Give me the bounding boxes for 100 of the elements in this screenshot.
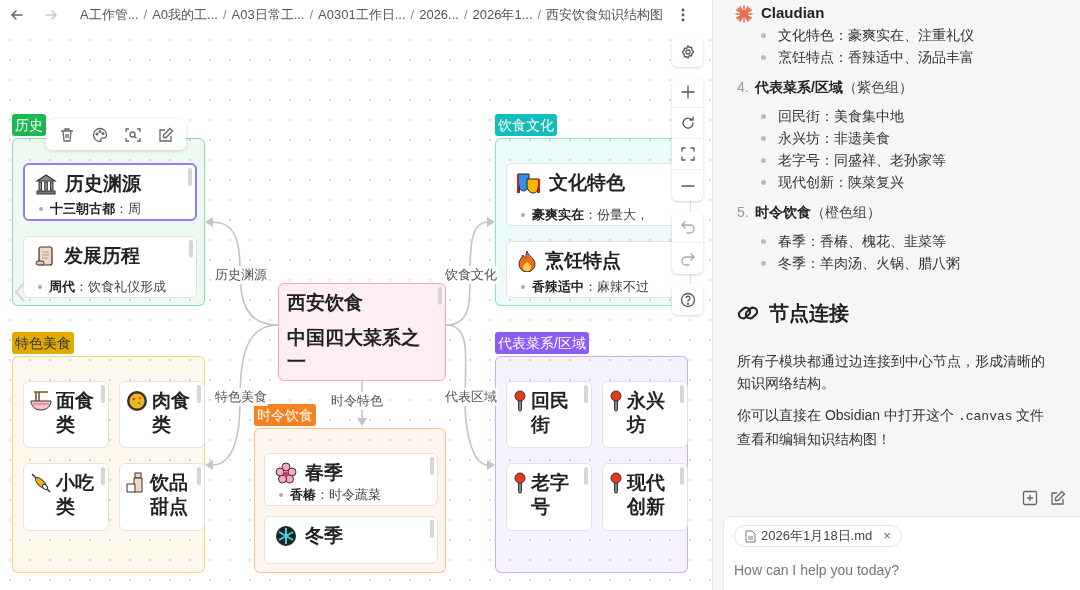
paragraph: 所有子模块都通过边连接到中心节点，形成清晰的知识网络结构。	[737, 352, 1046, 393]
help-icon[interactable]	[679, 291, 696, 308]
breadcrumb-link[interactable]: 2026年1...	[472, 5, 533, 25]
remove-button[interactable]: ×	[883, 526, 891, 546]
canvas-card[interactable]: 冬季	[264, 516, 438, 564]
scrollbar	[430, 520, 434, 538]
scrollbar	[197, 467, 201, 485]
canvas-card[interactable]: 春季 香椿：时令蔬菜	[264, 453, 438, 506]
message-composer[interactable]: 2026年1月18日.md × How can I help you today?	[723, 516, 1080, 590]
flame-icon	[517, 250, 537, 272]
breadcrumb-link[interactable]: A0我的工...	[152, 5, 218, 25]
central-node[interactable]: 西安饮食 中国四大菜系之一	[278, 283, 446, 381]
edge-label: 历史渊源	[214, 266, 268, 284]
flower-icon	[275, 462, 297, 484]
node-title: 老字号	[531, 471, 570, 519]
scrollbar	[430, 457, 434, 475]
group-label: 特色美食	[12, 332, 74, 354]
node-title: 文化特色	[549, 171, 625, 195]
asterisk-icon	[735, 4, 753, 23]
node-title: 小吃类	[56, 471, 95, 519]
assistant-name: Claudian	[761, 3, 825, 24]
delete-icon[interactable]	[58, 126, 75, 143]
masks-icon	[517, 172, 541, 194]
more-options-icon[interactable]	[681, 8, 686, 22]
canvas-card[interactable]: 烹饪特点 香辣适中：麻辣不过	[506, 241, 691, 298]
scrollbar	[680, 385, 684, 403]
canvas-card[interactable]: 文化特色 豪爽实在：份量大，	[506, 163, 691, 226]
list-number: 4.	[737, 78, 750, 97]
paragraph: 你可以直接在 Obsidian 中打开这个 .canvas 文件查看和编辑知识结构图！	[737, 406, 1046, 449]
breadcrumb-separator: /	[309, 6, 314, 25]
canvas-card[interactable]: 现代创新	[602, 463, 688, 531]
list-item: 冬季：羊肉汤、火锅、腊八粥	[778, 254, 960, 273]
bullet-text: 香椿：时令蔬菜	[290, 487, 381, 503]
breadcrumb-link[interactable]: A工作管...	[80, 5, 139, 25]
node-title: 发展历程	[64, 244, 140, 268]
node-title: 回民街	[531, 389, 570, 437]
scrollbar	[197, 385, 201, 403]
node-title: 现代创新	[627, 471, 666, 519]
canvas-card[interactable]: 面食类	[23, 381, 109, 448]
zoom-to-fit-icon[interactable]	[124, 126, 141, 143]
section-note: （紫色组）	[842, 78, 913, 97]
scrollbar	[101, 385, 105, 403]
breadcrumb-separator: /	[143, 6, 148, 25]
edge-label: 代表区域	[444, 388, 498, 406]
node-title: 饮品甜点	[150, 471, 189, 519]
new-chat-icon[interactable]	[1022, 490, 1038, 506]
bullet-text: 香辣适中：麻辣不过	[532, 279, 649, 295]
breadcrumb-link[interactable]: A03日常工...	[231, 5, 305, 25]
scrollbar	[680, 467, 684, 485]
scrollbar	[584, 467, 588, 485]
bullet-text: 周代：饮食礼仪形成	[49, 279, 166, 295]
group-label: 时令饮食	[254, 404, 316, 426]
list-item: 永兴坊：非遗美食	[778, 129, 890, 148]
pin-icon	[609, 472, 623, 494]
node-title: 春季	[305, 461, 343, 485]
building-icon	[35, 173, 57, 195]
canvas-card[interactable]: 肉食类	[119, 381, 205, 448]
file-name: 2026年1月18日.md	[761, 527, 873, 546]
canvas-card[interactable]: 历史渊源 十三朝古都：周	[23, 163, 197, 221]
group-label: 历史	[12, 114, 46, 136]
edge-label: 饮食文化	[444, 266, 498, 284]
section-heading: 节点连接	[769, 302, 849, 324]
plus-icon[interactable]	[680, 85, 695, 99]
fullscreen-icon[interactable]	[680, 147, 695, 161]
noodle-bowl-icon	[30, 390, 52, 412]
scrollbar	[188, 168, 192, 186]
canvas-card[interactable]: 永兴坊	[602, 381, 688, 448]
edge-label: 时令特色	[330, 392, 384, 410]
scrollbar	[189, 240, 193, 258]
node-title: 历史渊源	[65, 172, 141, 196]
canvas-card[interactable]: 发展历程 周代：饮食礼仪形成	[23, 236, 197, 298]
pin-icon	[513, 390, 527, 412]
edge-label: 特色美食	[214, 388, 268, 406]
settings-icon[interactable]	[680, 44, 695, 59]
scroll-icon	[34, 245, 56, 267]
section-title: 代表菜系/区域	[755, 78, 843, 97]
scrollbar	[584, 385, 588, 403]
canvas-card[interactable]: 小吃类	[23, 463, 109, 531]
breadcrumb-link[interactable]: A0301工作日...	[318, 5, 406, 25]
snowflake-icon	[275, 525, 297, 547]
list-item: 老字号：同盛祥、老孙家等	[778, 151, 946, 170]
breadcrumb-link[interactable]: 2026...	[419, 5, 459, 25]
palette-icon[interactable]	[91, 126, 108, 143]
canvas-card[interactable]: 老字号	[506, 463, 592, 531]
pan-icon	[126, 390, 148, 412]
list-item: 回民街：美食集中地	[778, 107, 904, 126]
edit-icon[interactable]	[1050, 490, 1066, 506]
scrollbar	[438, 287, 442, 305]
skewer-icon	[30, 472, 52, 494]
list-item: 烹饪特点：香辣适中、汤品丰富	[778, 48, 974, 67]
breadcrumb-separator: /	[222, 6, 227, 25]
canvas-card[interactable]: 回民街	[506, 381, 592, 448]
edit-icon[interactable]	[157, 126, 174, 143]
bottle-icon	[126, 472, 146, 494]
pin-icon	[513, 472, 527, 494]
group-label: 饮食文化	[495, 114, 557, 136]
circular-arrow-icon[interactable]	[680, 116, 695, 130]
breadcrumb-link[interactable]: 西安饮食知识结构图	[546, 5, 664, 25]
node-title: 烹饪特点	[545, 249, 621, 273]
canvas-card[interactable]: 饮品甜点	[119, 463, 205, 531]
